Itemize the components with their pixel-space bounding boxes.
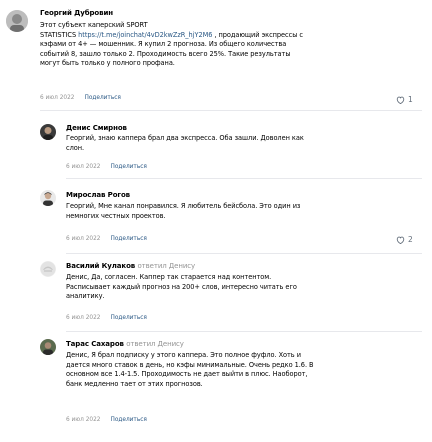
avatar-photo (40, 261, 56, 277)
separator (66, 253, 422, 254)
comment-text: Денис, Я брал подписку у этого каппера. … (66, 351, 426, 389)
comment-text: Георгий, знаю каппера брал два экспресса… (66, 134, 426, 153)
comment-meta: 6 июл 2022 Поделиться (66, 164, 147, 170)
comment-date[interactable]: 6 июл 2022 (66, 417, 100, 423)
share-button[interactable]: Поделиться (84, 95, 120, 101)
separator (66, 178, 422, 179)
reply-to-label[interactable]: ответил Денису (137, 262, 195, 270)
share-button[interactable]: Поделиться (110, 236, 146, 242)
comment-line: Денис, Да, согласен. Каппер так стараетс… (66, 273, 272, 281)
share-button[interactable]: Поделиться (110, 417, 146, 423)
avatar-photo (6, 10, 28, 32)
comment-date[interactable]: 6 июл 2022 (66, 236, 100, 242)
avatar[interactable] (6, 10, 28, 32)
comment-meta: 6 июл 2022 Поделиться (66, 417, 147, 423)
comment-text: Денис, Да, согласен. Каппер так стараетс… (66, 273, 426, 302)
avatar[interactable] (40, 339, 56, 355)
comment-text-part: , продающий экспрессы с (212, 30, 303, 39)
comment-5: Тарас Сахаров ответил Денису Денис, Я бр… (0, 333, 432, 438)
comment-line: Этот субъект каперский SPORT (40, 21, 148, 29)
comment-1: Георгий Дубровин Этот субъект каперский … (0, 0, 432, 110)
comment-line: дается много ставок в день, но кэфы мини… (66, 360, 314, 369)
avatar-photo (40, 190, 56, 206)
avatar[interactable] (40, 261, 56, 277)
heart-icon (396, 96, 405, 104)
separator (40, 110, 422, 111)
comment-meta: 6 июл 2022 Поделиться (40, 95, 121, 101)
comment-line: STATISTICS https://t.me/joinchat/4vD2kwZ… (40, 31, 425, 41)
comment-text: Этот субъект каперский SPORT STATISTICS … (40, 21, 425, 69)
avatar[interactable] (40, 190, 56, 206)
comment-line: кэфами от 4+ — мошенник. Я купил 2 прогн… (40, 40, 287, 48)
comment-line: событий 8, зашло только 2. Проходимость … (40, 49, 291, 58)
telegram-link[interactable]: https://t.me/joinchat/4vD2kwZzR_hjY2M6 (78, 31, 212, 39)
comment-line: могут быть только у полного профана. (40, 59, 175, 67)
like-count: 1 (408, 95, 413, 104)
comment-author[interactable]: Василий Кулаков ответил Денису (66, 262, 195, 270)
comment-date[interactable]: 6 июл 2022 (40, 95, 74, 101)
share-button[interactable]: Поделиться (110, 164, 146, 170)
share-button[interactable]: Поделиться (110, 315, 146, 321)
comment-author[interactable]: Георгий Дубровин (40, 9, 113, 17)
heart-icon (396, 236, 405, 244)
like-button[interactable]: 1 (396, 95, 413, 104)
comment-date[interactable]: 6 июл 2022 (66, 315, 100, 321)
comment-line: Денис, Я брал подписку у этого каппера. … (66, 351, 301, 359)
author-name[interactable]: Василий Кулаков (66, 262, 135, 270)
avatar[interactable] (40, 124, 56, 140)
comment-line: Расписывает каждый прогноз на 200+ слов,… (66, 282, 297, 291)
comment-author[interactable]: Мирослав Рогов (66, 191, 130, 199)
comment-4: Василий Кулаков ответил Денису Денис, Да… (0, 255, 432, 330)
author-name[interactable]: Тарас Сахаров (66, 340, 124, 348)
like-count: 2 (408, 235, 413, 244)
comment-date[interactable]: 6 июл 2022 (66, 164, 100, 170)
comment-line: Георгий, знаю каппера брал два экспресса… (66, 134, 304, 142)
comment-line: слон. (66, 143, 85, 152)
like-button[interactable]: 2 (396, 235, 413, 244)
comment-line: основном все 1.4-1.5. Проходимость не да… (66, 370, 308, 378)
avatar-photo (40, 339, 56, 355)
reply-to-label[interactable]: ответил Денису (126, 340, 184, 348)
comment-author[interactable]: Тарас Сахаров ответил Денису (66, 340, 184, 348)
comment-line: аналитику. (66, 292, 105, 300)
comment-meta: 6 июл 2022 Поделиться (66, 315, 147, 321)
comment-line: немногих честных проектов. (66, 211, 166, 220)
comment-2: Денис Смирнов Георгий, знаю каппера брал… (0, 112, 432, 172)
comment-text: Георгий, Мне канал понравился. Я любител… (66, 202, 426, 221)
comment-author[interactable]: Денис Смирнов (66, 124, 127, 132)
comment-3: Мирослав Рогов Георгий, Мне канал понрав… (0, 180, 432, 250)
comment-line: Георгий, Мне канал понравился. Я любител… (66, 202, 301, 210)
avatar-photo (40, 124, 56, 140)
separator (66, 331, 422, 332)
comment-meta: 6 июл 2022 Поделиться (66, 236, 147, 242)
comment-text-part: STATISTICS (40, 30, 79, 39)
comment-line: банк медленно тает от этих прогнозов. (66, 379, 203, 388)
